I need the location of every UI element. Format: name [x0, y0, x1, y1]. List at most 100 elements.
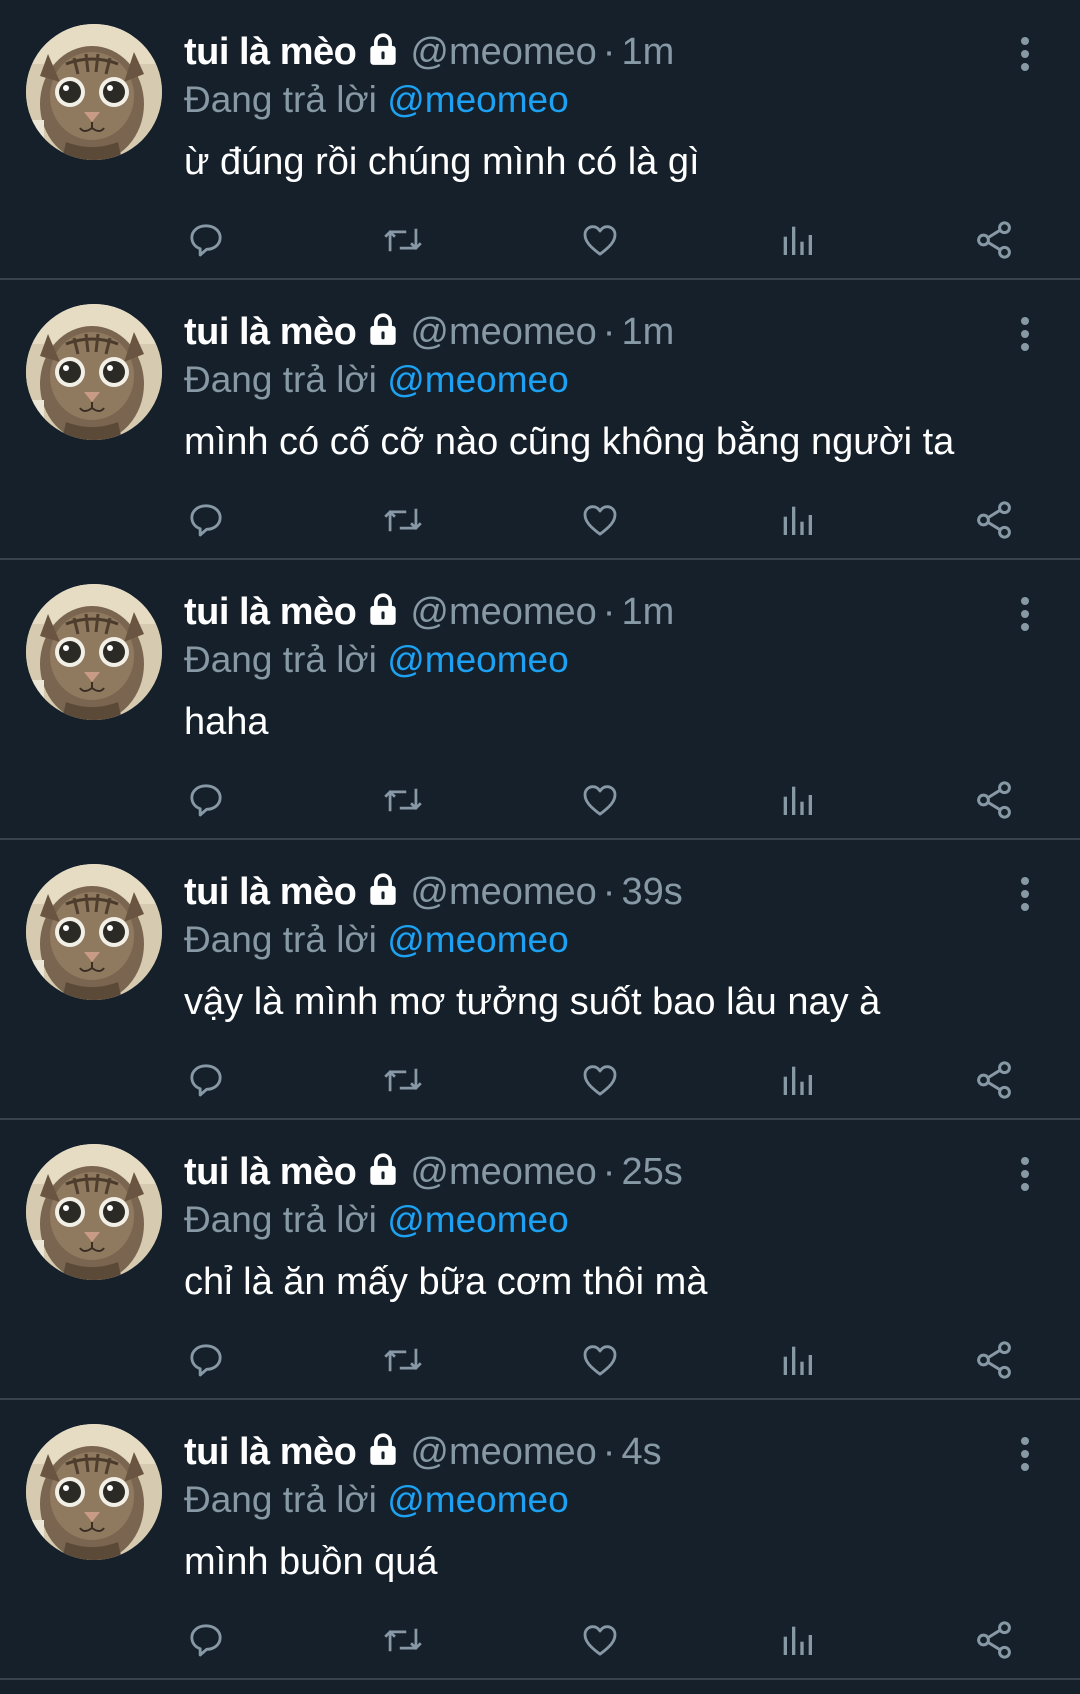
display-name[interactable]: tui là mèo — [184, 1431, 357, 1473]
replying-to: Đang trả lời @meomeo — [184, 1476, 569, 1524]
timestamp[interactable]: 1m — [621, 31, 674, 73]
stats-button[interactable] — [773, 1616, 821, 1664]
stats-button[interactable] — [773, 1056, 821, 1104]
mention-link[interactable]: @meomeo — [387, 1199, 569, 1240]
share-button[interactable] — [970, 776, 1018, 824]
mention-link[interactable]: @meomeo — [387, 1479, 569, 1520]
avatar[interactable] — [26, 304, 162, 440]
stats-button[interactable] — [773, 216, 821, 264]
stats-icon — [783, 506, 812, 535]
reply-button[interactable] — [182, 216, 230, 264]
retweet-button[interactable] — [379, 1056, 427, 1104]
timestamp[interactable]: 1m — [621, 311, 674, 353]
retweet-icon — [384, 508, 422, 532]
timestamp[interactable]: 39s — [621, 871, 682, 913]
mention-link[interactable]: @meomeo — [387, 79, 569, 120]
share-button[interactable] — [970, 496, 1018, 544]
avatar[interactable] — [26, 1144, 162, 1280]
like-button[interactable] — [576, 776, 624, 824]
more-vertical-icon — [1021, 1437, 1029, 1471]
mention-link[interactable]: @meomeo — [387, 639, 569, 680]
like-button[interactable] — [576, 1336, 624, 1384]
display-name[interactable]: tui là mèo — [184, 591, 357, 633]
user-handle[interactable]: @meomeo — [410, 311, 596, 353]
reply-button[interactable] — [182, 1056, 230, 1104]
separator-dot: · — [602, 1431, 616, 1473]
cat-avatar-image — [26, 584, 162, 720]
display-name[interactable]: tui là mèo — [184, 311, 357, 353]
avatar[interactable] — [26, 1424, 162, 1560]
reply-icon — [190, 1344, 222, 1377]
more-options-button[interactable] — [1010, 314, 1040, 354]
tweet-header: tui là mèo @meomeo · 1m — [184, 304, 674, 360]
avatar[interactable] — [26, 864, 162, 1000]
timestamp[interactable]: 25s — [621, 1151, 682, 1193]
tweet-3[interactable]: tui là mèo @meomeo · 1m Đang trả lời @meome… — [0, 560, 1080, 840]
tweet-text: mình có cố cỡ nào cũng không bằng người … — [184, 421, 955, 463]
tweet-text: chỉ là ăn mấy bữa cơm thôi mà — [184, 1261, 708, 1303]
stats-button[interactable] — [773, 776, 821, 824]
replying-label: Đang trả lời — [184, 79, 377, 120]
display-name[interactable]: tui là mèo — [184, 1151, 357, 1193]
more-vertical-icon — [1021, 597, 1029, 631]
retweet-button[interactable] — [379, 1616, 427, 1664]
tweet-actions — [0, 776, 1080, 824]
mention-link[interactable]: @meomeo — [387, 919, 569, 960]
user-handle[interactable]: @meomeo — [410, 1431, 596, 1473]
more-options-button[interactable] — [1010, 34, 1040, 74]
tweet-5[interactable]: tui là mèo @meomeo · 25s Đang trả lời @meom… — [0, 1120, 1080, 1400]
reply-button[interactable] — [182, 776, 230, 824]
reply-button[interactable] — [182, 1336, 230, 1384]
user-handle[interactable]: @meomeo — [410, 591, 596, 633]
more-options-button[interactable] — [1010, 1434, 1040, 1474]
replying-to: Đang trả lời @meomeo — [184, 1196, 569, 1244]
tweet-actions — [0, 1336, 1080, 1384]
more-vertical-icon — [1021, 37, 1029, 71]
tweet-2[interactable]: tui là mèo @meomeo · 1m Đang trả lời @meome… — [0, 280, 1080, 560]
user-handle[interactable]: @meomeo — [410, 1151, 596, 1193]
display-name[interactable]: tui là mèo — [184, 31, 357, 73]
share-icon — [977, 1621, 1011, 1659]
avatar[interactable] — [26, 24, 162, 160]
like-button[interactable] — [576, 216, 624, 264]
stats-button[interactable] — [773, 1336, 821, 1384]
reply-button[interactable] — [182, 1616, 230, 1664]
mention-link[interactable]: @meomeo — [387, 359, 569, 400]
tweet-actions — [0, 1056, 1080, 1104]
avatar[interactable] — [26, 584, 162, 720]
retweet-button[interactable] — [379, 776, 427, 824]
tweet-6[interactable]: tui là mèo @meomeo · 4s Đang trả lời @meome… — [0, 1400, 1080, 1680]
more-options-button[interactable] — [1010, 1154, 1040, 1194]
more-options-button[interactable] — [1010, 874, 1040, 914]
retweet-button[interactable] — [379, 1336, 427, 1384]
like-button[interactable] — [576, 496, 624, 544]
tweet-1[interactable]: tui là mèo @meomeo · 1m Đang trả lời @meome… — [0, 0, 1080, 280]
timestamp[interactable]: 1m — [621, 591, 674, 633]
share-button[interactable] — [970, 216, 1018, 264]
stats-icon — [783, 1626, 812, 1655]
retweet-button[interactable] — [379, 496, 427, 544]
user-handle[interactable]: @meomeo — [410, 871, 596, 913]
like-button[interactable] — [576, 1056, 624, 1104]
retweet-icon — [384, 1068, 422, 1092]
share-button[interactable] — [970, 1616, 1018, 1664]
retweet-icon — [384, 228, 422, 252]
more-options-button[interactable] — [1010, 594, 1040, 634]
heart-icon — [583, 505, 617, 536]
reply-button[interactable] — [182, 496, 230, 544]
like-button[interactable] — [576, 1616, 624, 1664]
cat-avatar-image — [26, 24, 162, 160]
retweet-button[interactable] — [379, 216, 427, 264]
display-name[interactable]: tui là mèo — [184, 871, 357, 913]
timestamp[interactable]: 4s — [621, 1431, 661, 1473]
replying-label: Đang trả lời — [184, 359, 377, 400]
stats-button[interactable] — [773, 496, 821, 544]
user-handle[interactable]: @meomeo — [410, 31, 596, 73]
share-button[interactable] — [970, 1336, 1018, 1384]
share-button[interactable] — [970, 1056, 1018, 1104]
tweet-4[interactable]: tui là mèo @meomeo · 39s Đang trả lời @meom… — [0, 840, 1080, 1120]
tweet-header: tui là mèo @meomeo · 1m — [184, 24, 674, 80]
more-vertical-icon — [1021, 877, 1029, 911]
stats-icon — [783, 1346, 812, 1375]
share-icon — [977, 1061, 1011, 1099]
